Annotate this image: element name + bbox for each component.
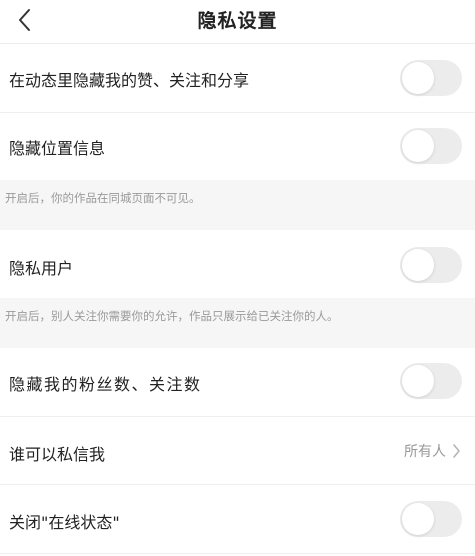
toggle-knob <box>402 130 434 162</box>
who-can-message-selector[interactable]: 所有人 <box>404 441 461 461</box>
setting-row-hide-activity: 在动态里隐藏我的赞、关注和分享 <box>0 45 475 112</box>
setting-label: 关闭"在线状态" <box>9 513 120 532</box>
private-user-note: 开启后，别人关注你需要你的允许，作品只展示给已关注你的人。 <box>0 298 475 348</box>
hide-location-toggle[interactable] <box>400 128 462 164</box>
chevron-right-icon <box>453 444 460 458</box>
toggle-knob <box>402 62 434 94</box>
private-user-toggle[interactable] <box>400 247 462 283</box>
setting-label: 谁可以私信我 <box>9 445 106 464</box>
hide-activity-toggle[interactable] <box>400 60 462 96</box>
setting-row-private-user: 隐私用户 <box>0 230 475 298</box>
setting-label: 隐藏位置信息 <box>9 139 106 158</box>
setting-label: 在动态里隐藏我的赞、关注和分享 <box>9 71 250 90</box>
toggle-knob <box>402 249 434 281</box>
setting-row-hide-counts: 隐藏我的粉丝数、关注数 <box>0 348 475 416</box>
note-text: 开启后，别人关注你需要你的允许，作品只展示给已关注你的人。 <box>5 309 339 323</box>
page-title: 隐私设置 <box>197 10 278 32</box>
setting-row-who-can-message[interactable]: 谁可以私信我 所有人 <box>0 417 475 484</box>
row-divider <box>0 553 475 554</box>
setting-row-hide-location: 隐藏位置信息 <box>0 113 475 180</box>
close-online-status-toggle[interactable] <box>400 501 462 537</box>
note-text: 开启后，你的作品在同城页面不可见。 <box>5 191 201 205</box>
setting-label: 隐私用户 <box>9 259 74 278</box>
top-nav-bar: 隐私设置 <box>0 0 475 44</box>
hide-location-note: 开启后，你的作品在同城页面不可见。 <box>0 180 475 230</box>
toggle-knob <box>402 503 434 535</box>
setting-row-close-online-status: 关闭"在线状态" <box>0 485 475 553</box>
toggle-knob <box>402 365 434 397</box>
hide-counts-toggle[interactable] <box>400 363 462 399</box>
selected-value: 所有人 <box>404 444 446 460</box>
setting-label: 隐藏我的粉丝数、关注数 <box>9 375 202 394</box>
